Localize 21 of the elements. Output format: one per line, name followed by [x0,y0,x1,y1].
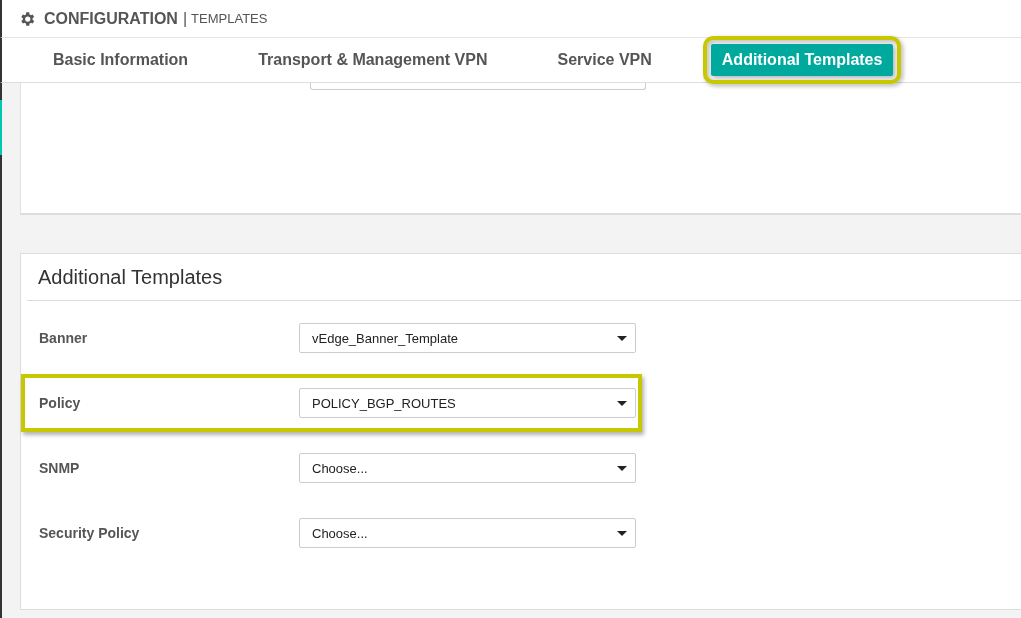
dropdown-field[interactable]: Choose... [299,518,636,548]
field-label: SNMP [39,460,81,476]
tab[interactable]: Basic Information [42,44,200,76]
caret-icon [617,530,627,536]
caret-icon [617,465,627,471]
tab[interactable]: Transport & Management VPN [247,44,499,76]
dropdown-field[interactable]: Choose... [299,453,636,483]
page-subtitle: TEMPLATES [191,11,268,26]
tab[interactable]: Service VPN [546,44,663,76]
field-label: Policy [39,395,82,411]
title-separator: | [182,9,188,28]
dropdown-field[interactable]: vEdge_Banner_Template [299,323,636,353]
caret-icon [617,400,627,406]
caret-icon [617,335,627,341]
page-title: CONFIGURATION [44,9,178,28]
dropdown-field[interactable] [310,83,646,90]
dropdown-field[interactable]: POLICY_BGP_ROUTES [299,388,636,418]
section-title: Additional Templates [27,254,1021,301]
field-label: Security Policy [39,525,141,541]
field-label: Banner [39,330,89,346]
accent-bar [0,100,2,155]
